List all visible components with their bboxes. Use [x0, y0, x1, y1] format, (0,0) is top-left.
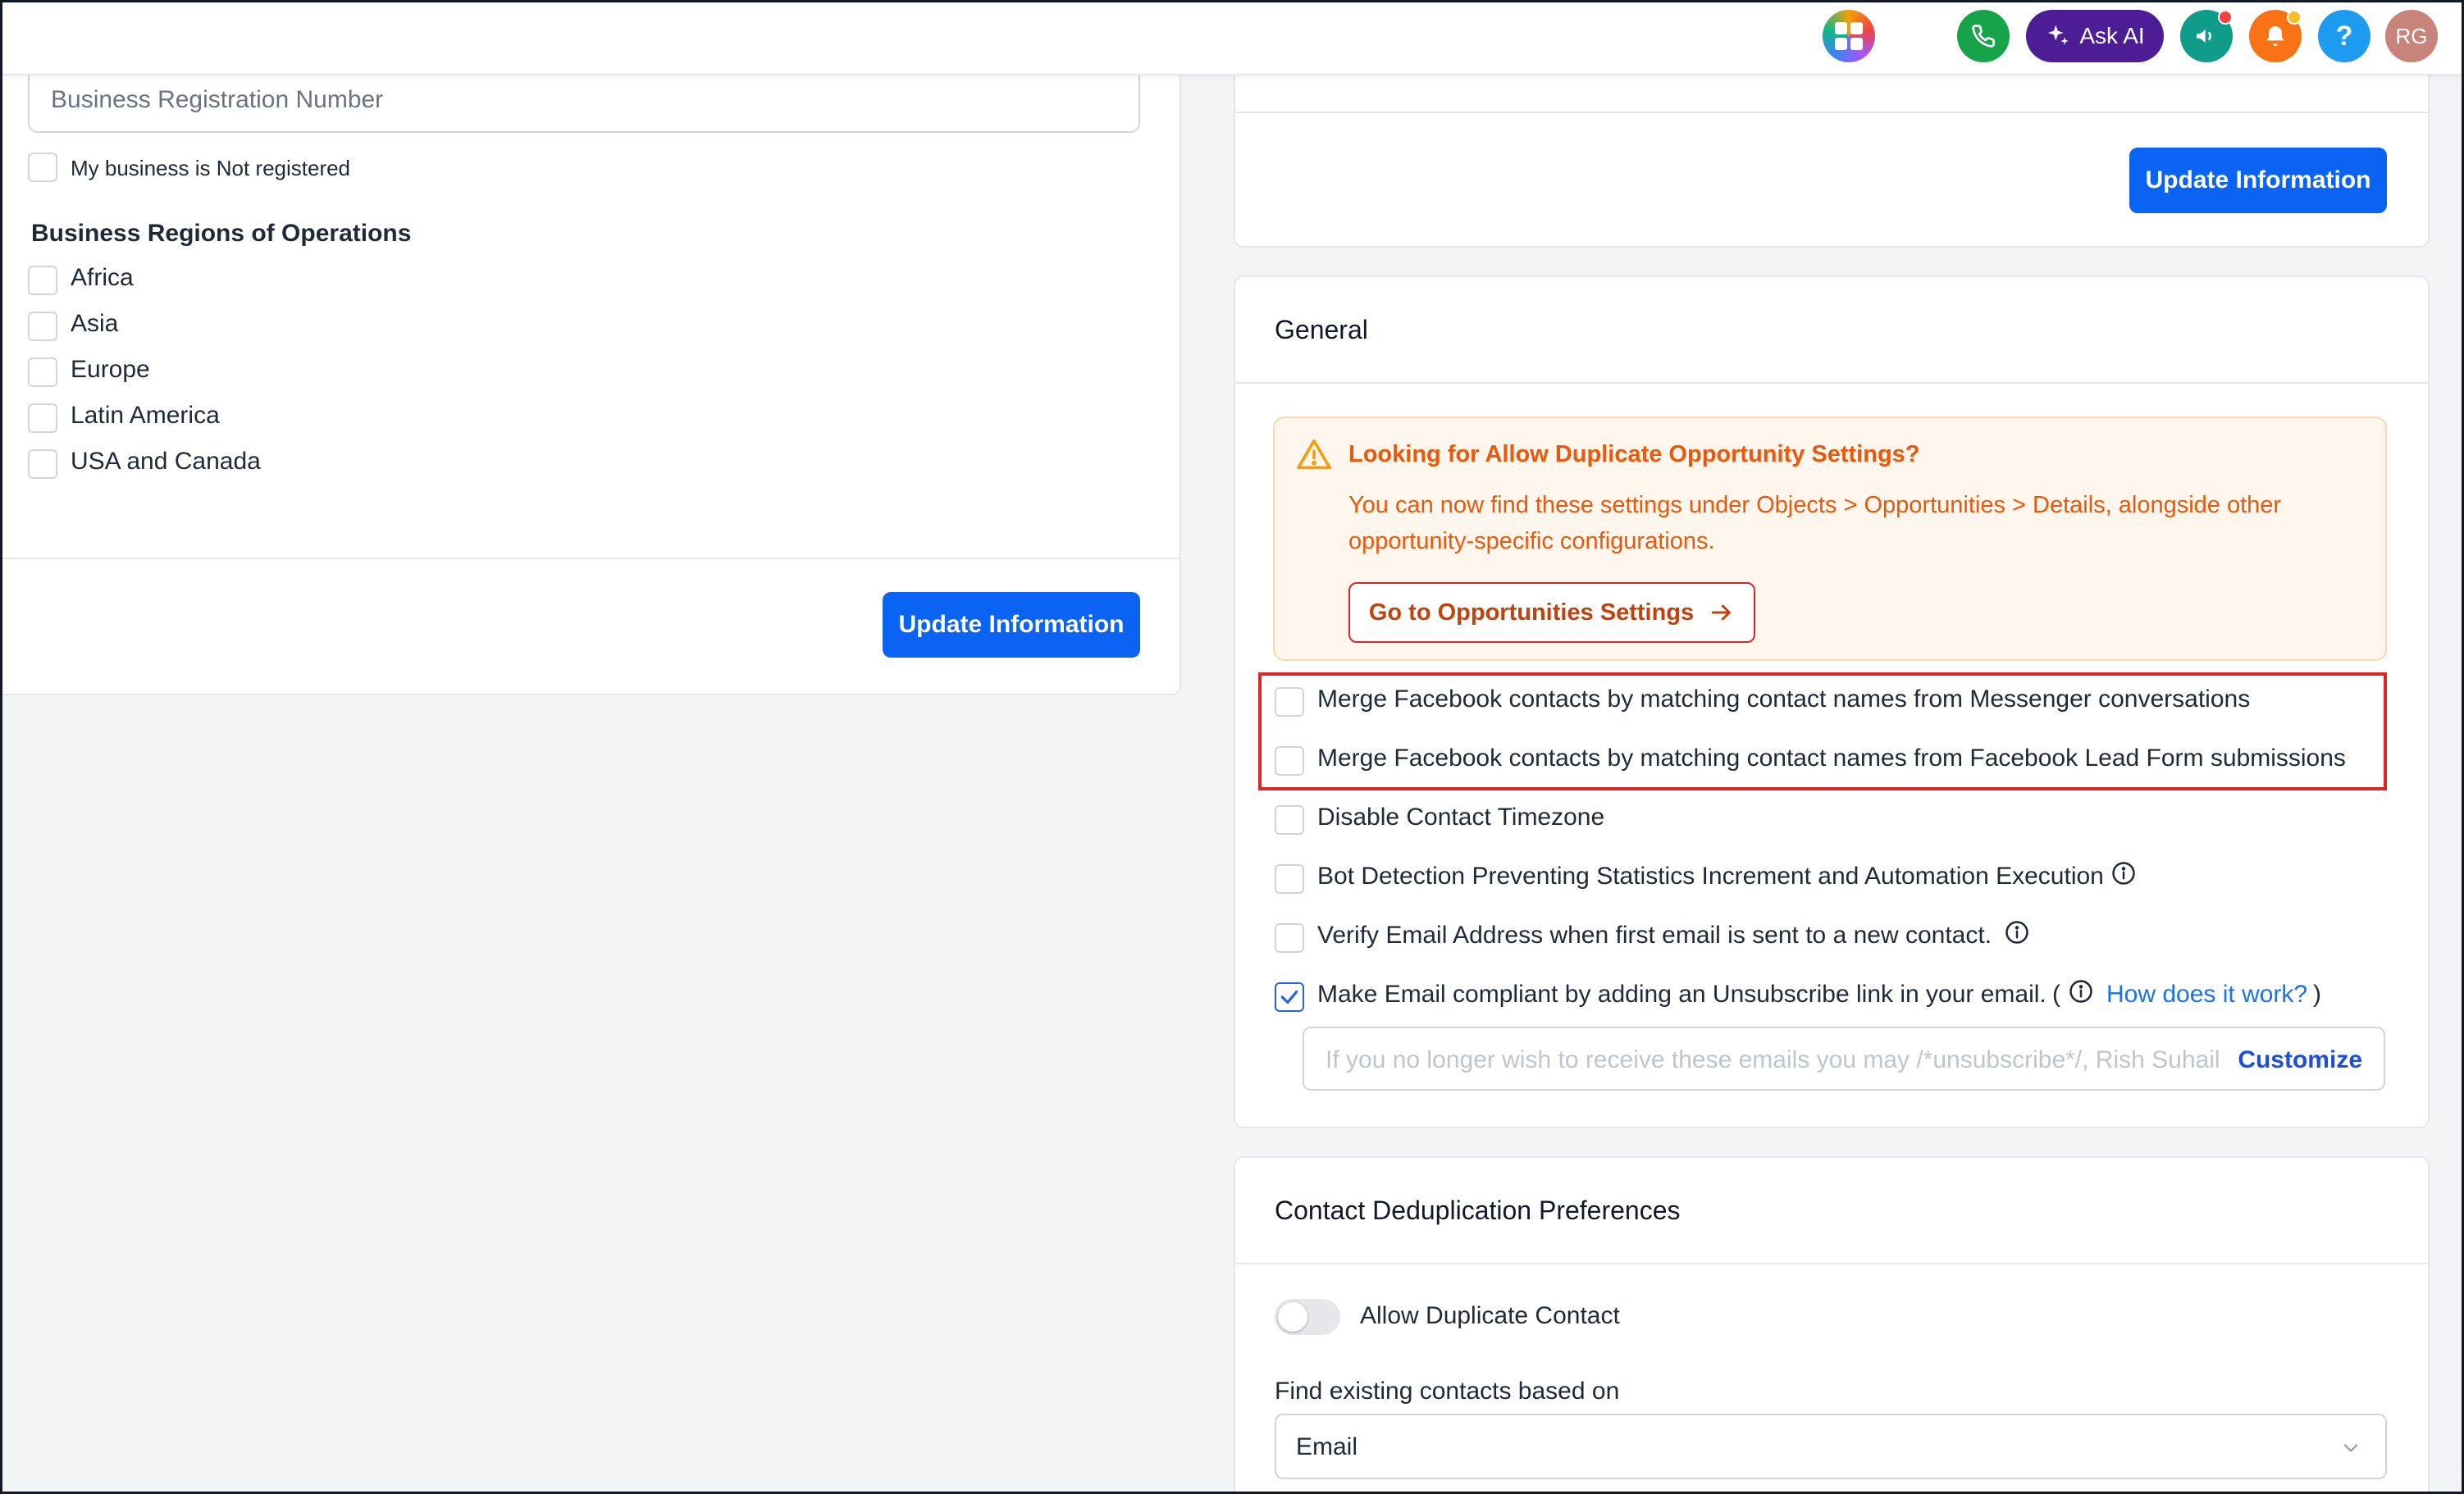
update-information-button[interactable]: Update Information — [883, 592, 1140, 658]
not-registered-checkbox[interactable] — [28, 153, 57, 182]
unsubscribe-text-input[interactable]: If you no longer wish to receive these e… — [1303, 1027, 2385, 1091]
allow-duplicate-label: Allow Duplicate Contact — [1360, 1302, 1620, 1329]
verify-email-label: Verify Email Address when first email is… — [1317, 922, 1992, 949]
find-contacts-value: Email — [1296, 1433, 1358, 1460]
open-paren: ( — [2052, 981, 2060, 1008]
card-divider — [0, 558, 1181, 559]
notification-dot — [2287, 10, 2302, 25]
customize-button[interactable]: Customize — [2238, 1046, 2362, 1074]
how-does-it-work-link[interactable]: How does it work? — [2106, 981, 2307, 1009]
not-registered-label: My business is Not registered — [71, 156, 351, 180]
find-contacts-label: Find existing contacts based on — [1275, 1378, 1620, 1405]
duplicate-opportunity-warning: Looking for Allow Duplicate Opportunity … — [1273, 417, 2387, 661]
region-checkbox-europe[interactable] — [28, 358, 57, 387]
merge-lead-form-checkbox[interactable] — [1275, 746, 1304, 776]
region-checkbox-asia[interactable] — [28, 312, 57, 341]
warning-icon — [1297, 439, 1331, 470]
megaphone-icon[interactable] — [2180, 10, 2233, 62]
info-icon[interactable] — [2069, 979, 2093, 1004]
info-icon[interactable] — [2005, 920, 2029, 945]
unsubscribe-placeholder: If you no longer wish to receive these e… — [1326, 1046, 2220, 1073]
go-to-opportunities-settings-button[interactable]: Go to Opportunities Settings — [1348, 582, 1755, 643]
avatar[interactable]: RG — [2385, 10, 2438, 62]
bot-detection-checkbox[interactable] — [1275, 864, 1304, 894]
card-divider — [1235, 382, 2428, 384]
sparkle-icon — [2048, 25, 2069, 45]
help-icon[interactable]: ? — [2318, 10, 2370, 62]
region-label: Africa — [71, 264, 134, 291]
notification-dot — [2218, 10, 2233, 25]
card-divider — [1235, 112, 2428, 113]
chevron-down-icon — [2343, 1444, 2358, 1452]
help-label: ? — [2335, 20, 2353, 52]
warning-title: Looking for Allow Duplicate Opportunity … — [1348, 441, 1920, 467]
bell-icon[interactable] — [2249, 10, 2302, 62]
toggle-knob — [1278, 1302, 1307, 1332]
region-checkbox-africa[interactable] — [28, 266, 57, 295]
business-registration-placeholder: Business Registration Number — [51, 86, 384, 113]
ask-ai-button[interactable]: Ask AI — [2026, 10, 2164, 62]
region-label: USA and Canada — [71, 448, 261, 475]
disable-timezone-checkbox[interactable] — [1275, 805, 1304, 835]
warning-text: You can now find these settings under Ob… — [1348, 492, 2282, 554]
disable-timezone-label: Disable Contact Timezone — [1317, 804, 1605, 831]
info-icon[interactable] — [2111, 861, 2136, 886]
top-bar: Ask AI ? RG — [0, 0, 2464, 75]
region-label: Latin America — [71, 402, 220, 429]
region-label: Europe — [71, 356, 150, 383]
merge-messenger-label: Merge Facebook contacts by matching cont… — [1317, 686, 2251, 713]
close-paren: ) — [2313, 981, 2321, 1008]
go-to-opportunities-label: Go to Opportunities Settings — [1368, 599, 1695, 626]
email-compliant-checkbox[interactable] — [1275, 982, 1304, 1012]
avatar-initials: RG — [2395, 23, 2428, 48]
update-information-button[interactable]: Update Information — [2129, 148, 2387, 213]
phone-icon[interactable] — [1957, 10, 2010, 62]
ask-ai-label: Ask AI — [2079, 23, 2145, 48]
find-contacts-select[interactable]: Email — [1275, 1414, 2387, 1479]
apps-grid-icon[interactable] — [1823, 10, 1875, 62]
verify-email-checkbox[interactable] — [1275, 923, 1304, 953]
dedup-title: Contact Deduplication Preferences — [1275, 1196, 1681, 1225]
region-label: Asia — [71, 310, 119, 337]
general-title: General — [1275, 315, 1368, 344]
regions-heading: Business Regions of Operations — [31, 220, 412, 247]
check-icon — [1280, 990, 1298, 1004]
merge-messenger-checkbox[interactable] — [1275, 687, 1304, 717]
arrow-right-icon — [1712, 604, 1731, 621]
email-compliant-label: Make Email compliant by adding an Unsubs… — [1317, 981, 2046, 1008]
card-divider — [1235, 1263, 2428, 1264]
allow-duplicate-toggle[interactable] — [1275, 1299, 1340, 1335]
region-checkbox-usa-canada[interactable] — [28, 449, 57, 479]
business-registration-input[interactable]: Business Registration Number — [28, 67, 1140, 133]
merge-lead-form-label: Merge Facebook contacts by matching cont… — [1317, 745, 2346, 772]
region-checkbox-latin-america[interactable] — [28, 403, 57, 433]
bot-detection-label: Bot Detection Preventing Statistics Incr… — [1317, 863, 2104, 890]
